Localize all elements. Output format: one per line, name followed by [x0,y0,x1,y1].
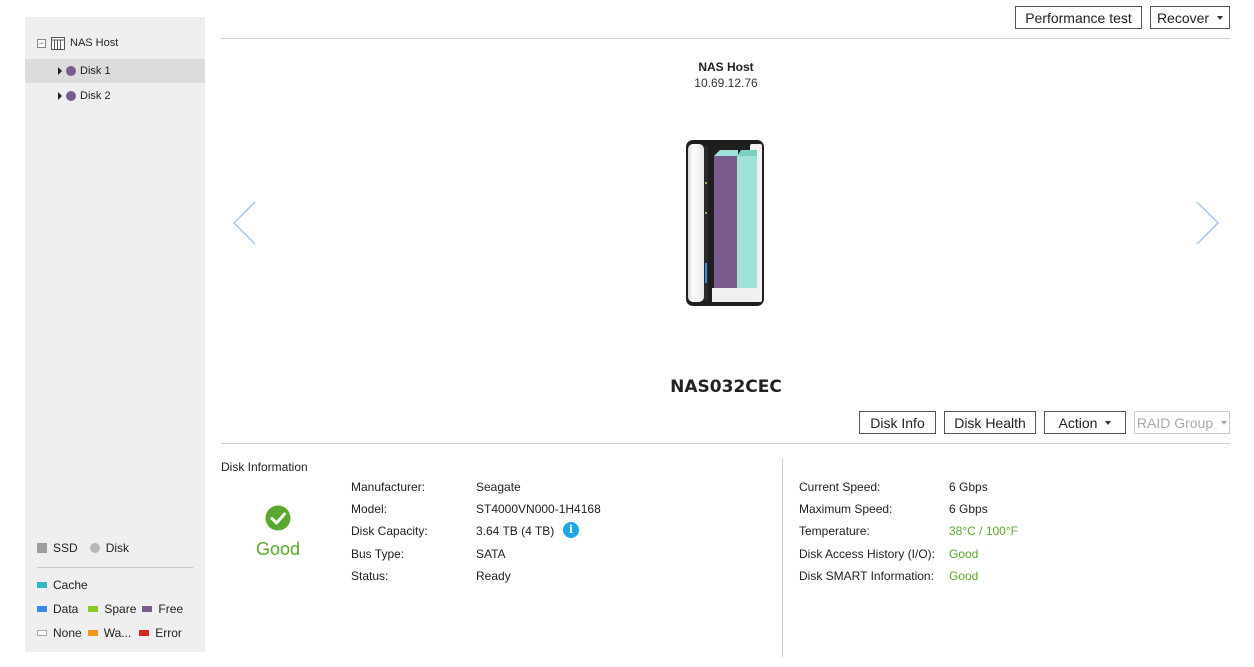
none-swatch-icon [37,630,47,636]
maximum-speed-label: Maximum Speed: [799,502,893,516]
device-host-name: NAS Host [698,60,754,74]
legend-cache-row: Cache [37,578,88,592]
collapse-icon[interactable]: − [37,39,46,48]
manufacturer-value: Seagate [476,480,521,494]
disk-circle-icon [89,543,100,553]
temperature-label: Temperature: [799,524,870,538]
tree-item-label: Disk 1 [80,65,111,77]
legend-cache-label: Cache [53,578,88,592]
info-column-divider [782,459,783,657]
disk-access-history-label: Disk Access History (I/O): [799,547,936,561]
legend-type-row: SSD Disk [37,541,129,555]
cache-swatch-icon [37,582,47,588]
dropdown-arrow-icon [1217,15,1224,20]
disk-information-title: Disk Information [221,460,308,474]
bus-type-value: SATA [476,547,506,561]
tree-item-disk-1[interactable]: Disk 1 [25,59,205,83]
disk-capacity-value: 3.64 TB (4 TB) [476,524,555,538]
dropdown-arrow-icon [1105,420,1112,425]
error-swatch-icon [139,630,150,636]
good-check-icon [265,505,291,531]
info-icon[interactable]: i [563,522,579,538]
legend-warning-label: Wa... [103,626,132,640]
ssd-square-icon [37,543,47,553]
disk-smart-information-value: Good [949,569,979,583]
status-label: Status: [351,569,389,583]
legend-status-row: None Wa... Error [37,626,182,640]
action-label: Action [1058,414,1098,431]
performance-test-label: Performance test [1025,9,1132,26]
disk-1-bay [714,156,738,288]
disk-access-history-value: Good [949,547,979,561]
legend-free-label: Free [158,602,184,616]
legend-error-label: Error [155,626,182,640]
bus-type-label: Bus Type: [351,547,405,561]
device-model-name: NAS032CEC [670,377,782,397]
current-speed-label: Current Speed: [799,480,881,494]
warning-swatch-icon [87,630,98,636]
manufacturer-label: Manufacturer: [351,480,426,494]
sidebar: − NAS Host Disk 1 Disk 2 SSD Disk Cache … [25,17,205,652]
tree-item-nas-host[interactable]: NAS Host [70,37,118,49]
disk-info-label: Disk Info [870,414,925,431]
next-arrow-icon[interactable] [1194,200,1222,246]
legend-data-label: Data [53,602,79,616]
disk-2-bay [737,156,757,288]
disk-smart-information-label: Disk SMART Information: [799,569,934,583]
expand-arrow-icon[interactable] [58,67,62,75]
health-status-text: Good [256,539,301,559]
raid-group-label: RAID Group [1136,414,1214,431]
action-dropdown-button[interactable]: Action [1044,411,1126,434]
recover-label: Recover [1156,9,1210,26]
disk-capacity-label: Disk Capacity: [351,524,428,538]
temperature-value: 38°C / 100°F [949,524,1018,538]
free-swatch-icon [142,606,153,612]
data-swatch-icon [37,606,47,612]
legend-ssd-label: SSD [53,541,78,555]
recover-dropdown-button[interactable]: Recover [1150,6,1230,29]
disk-status-dot-icon [66,66,76,76]
disk-status-dot-icon [66,91,76,101]
top-divider [221,38,1230,39]
nas-device-image [686,140,764,306]
model-label: Model: [351,502,388,516]
current-speed-value: 6 Gbps [949,480,988,494]
model-value: ST4000VN000-1H4168 [476,502,601,516]
legend-spare-label: Spare [104,602,137,616]
tree-item-label: Disk 2 [80,90,111,102]
tree-item-disk-2[interactable]: Disk 2 [25,84,205,108]
legend-divider [37,567,193,568]
raid-group-dropdown-button: RAID Group [1134,411,1230,434]
legend-data-row: Data Spare Free [37,602,183,616]
disk-health-label: Disk Health [954,414,1026,431]
disk-health-button[interactable]: Disk Health [944,411,1036,434]
maximum-speed-value: 6 Gbps [949,502,988,516]
expand-arrow-icon[interactable] [58,92,62,100]
previous-arrow-icon[interactable] [230,200,258,246]
disk-info-button[interactable]: Disk Info [859,411,936,434]
dropdown-arrow-icon [1221,420,1228,425]
device-ip-address: 10.69.12.76 [694,76,758,90]
spare-swatch-icon [88,606,99,612]
performance-test-button[interactable]: Performance test [1015,6,1142,29]
nas-host-icon [51,37,65,50]
status-value: Ready [476,569,511,583]
disk-toolbar-divider [221,443,1230,444]
legend-disk-label: Disk [105,541,130,555]
legend-none-label: None [53,626,82,640]
